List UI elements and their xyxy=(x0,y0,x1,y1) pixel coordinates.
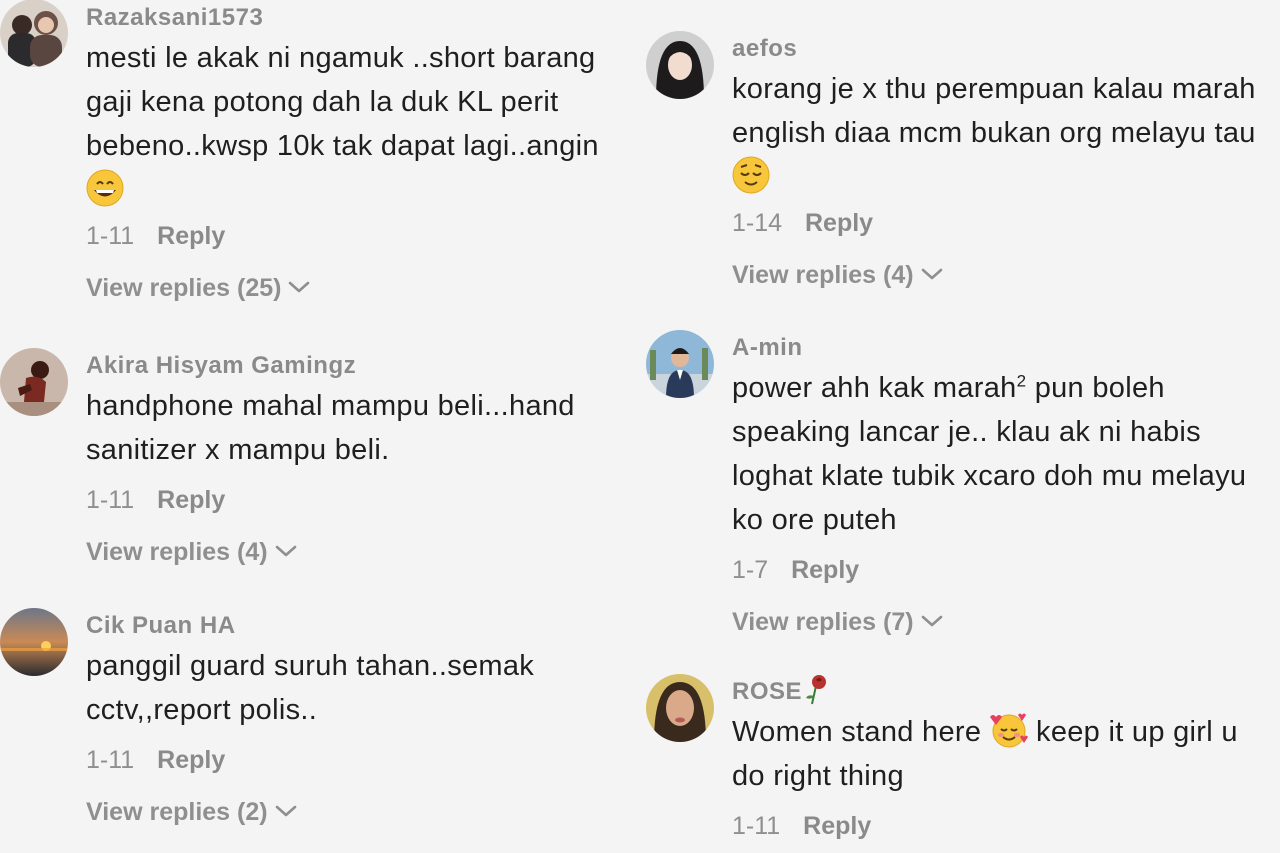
chevron-down-icon xyxy=(920,254,944,294)
comment-username[interactable]: Cik Puan HA xyxy=(86,608,640,644)
comment-text-line: panggil guard suruh tahan..semak xyxy=(86,650,535,682)
avatar[interactable] xyxy=(0,608,68,676)
comment-text-line: bebeno..kwsp 10k tak dapat lagi..angin xyxy=(86,130,599,162)
smiling-face-with-hearts-emoji xyxy=(989,711,1028,749)
reply-button[interactable]: Reply xyxy=(805,209,873,237)
comment-date: 1-11 xyxy=(86,746,135,774)
view-replies-button[interactable]: View replies (4) xyxy=(86,532,640,572)
comment-date: 1-11 xyxy=(86,486,135,514)
comment-date: 1-14 xyxy=(732,209,783,237)
relieved-face-emoji xyxy=(732,156,770,194)
wilted-rose-emoji xyxy=(802,672,832,706)
view-replies-button[interactable]: View replies (2) xyxy=(86,792,640,832)
view-replies-label: View replies (2) xyxy=(86,798,268,826)
reply-button[interactable]: Reply xyxy=(157,222,225,250)
comment-username[interactable]: aefos xyxy=(732,31,1280,67)
grinning-face-emoji xyxy=(86,169,124,207)
comment-text-line: mesti le akak ni ngamuk ..short barang xyxy=(86,42,596,74)
reply-button[interactable]: Reply xyxy=(157,486,225,514)
comment-text-line: korang je x thu perempuan kalau marah xyxy=(732,73,1256,105)
comment-username[interactable]: A-min xyxy=(732,330,1280,366)
view-replies-label: View replies (4) xyxy=(732,261,914,289)
comment-text-fragment: Women stand here xyxy=(732,716,990,748)
view-replies-label: View replies (7) xyxy=(732,608,914,636)
avatar[interactable] xyxy=(646,674,714,742)
reply-button[interactable]: Reply xyxy=(803,812,871,840)
comment-date: 1-11 xyxy=(732,812,781,840)
left-comment-column: Razaksani1573 mesti le akak ni ngamuk ..… xyxy=(0,0,640,853)
view-replies-button[interactable]: View replies (25) xyxy=(86,268,640,308)
comment-date: 1-7 xyxy=(732,556,769,584)
avatar[interactable] xyxy=(0,0,68,67)
view-replies-label: View replies (25) xyxy=(86,274,282,302)
view-replies-button[interactable]: View replies (7) xyxy=(732,602,1280,642)
comment-text-fragment: power ahh kak marah xyxy=(732,372,1017,404)
chevron-down-icon xyxy=(287,267,311,307)
comment-text-line: cctv,,report polis.. xyxy=(86,694,318,726)
comment-text-line: sanitizer x mampu beli. xyxy=(86,434,390,466)
comment-text-line: english diaa mcm bukan org melayu tau xyxy=(732,117,1256,149)
comment-text-line: gaji kena potong dah la duk KL perit xyxy=(86,86,559,118)
comment-text-fragment: keep it up girl u xyxy=(1027,716,1238,748)
avatar[interactable] xyxy=(0,348,68,416)
comment-username[interactable]: ROSE xyxy=(732,674,1280,710)
comment-text-line: ko ore puteh xyxy=(732,504,897,536)
avatar[interactable] xyxy=(646,330,714,398)
superscript: 2 xyxy=(1016,371,1027,391)
comment-text-line: do right thing xyxy=(732,760,904,792)
avatar[interactable] xyxy=(646,31,714,99)
comment-username[interactable]: Akira Hisyam Gamingz xyxy=(86,348,640,384)
reply-button[interactable]: Reply xyxy=(157,746,225,774)
comment-date: 1-11 xyxy=(86,222,135,250)
comment-text-line: power ahh kak marah2 pun boleh xyxy=(732,366,1280,410)
comment-username[interactable]: Razaksani1573 xyxy=(86,0,640,36)
comment-text-line: speaking lancar je.. klau ak ni habis xyxy=(732,416,1201,448)
view-replies-button[interactable]: View replies (4) xyxy=(732,255,1280,295)
comment-text-line: loghat klate tubik xcaro doh mu melayu xyxy=(732,460,1247,492)
comment-text-line: Women stand here keep it up girl u xyxy=(732,710,1280,754)
comment-text-fragment: pun boleh xyxy=(1026,372,1165,404)
chevron-down-icon xyxy=(274,791,298,831)
reply-button[interactable]: Reply xyxy=(791,556,859,584)
chevron-down-icon xyxy=(920,601,944,641)
chevron-down-icon xyxy=(274,531,298,571)
right-comment-column: aefos korang je x thu perempuan kalau ma… xyxy=(640,0,1280,853)
view-replies-label: View replies (4) xyxy=(86,538,268,566)
comment-text-line: handphone mahal mampu beli...hand xyxy=(86,390,575,422)
